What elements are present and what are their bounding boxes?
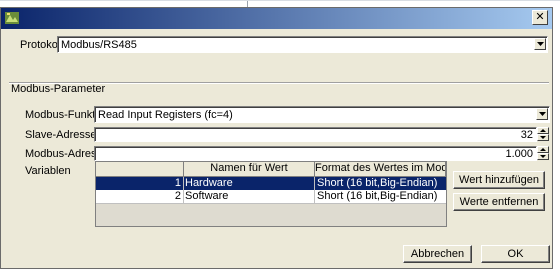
column-header-format[interactable]: Format des Wertes im Modbus... <box>315 162 446 177</box>
table-row[interactable]: 1 Hardware Short (16 bit,Big-Endian) <box>96 177 446 190</box>
funktion-select[interactable]: Read Input Registers (fc=4) <box>94 106 550 123</box>
funktion-dropdown-button[interactable] <box>536 108 548 120</box>
column-header-index[interactable] <box>96 162 184 177</box>
row-format: Short (16 bit,Big-Endian) <box>317 190 438 202</box>
close-button[interactable]: ✕ <box>532 10 548 25</box>
row-format: Short (16 bit,Big-Endian) <box>317 177 438 189</box>
arrow-down-icon <box>540 155 546 158</box>
close-icon: ✕ <box>535 10 545 23</box>
remove-values-button[interactable]: Werte entfernen <box>453 193 545 211</box>
column-header-name[interactable]: Namen für Wert <box>184 162 315 177</box>
slave-value: 32 <box>520 129 533 141</box>
protokoll-dropdown-button[interactable] <box>534 38 546 50</box>
adresse-value: 1.000 <box>505 148 533 160</box>
variablen-label: Variablen <box>25 165 71 177</box>
spin-up-button[interactable] <box>537 127 549 134</box>
title-bar[interactable]: ✕ <box>1 8 552 29</box>
app-icon <box>4 10 20 26</box>
row-name: Hardware <box>184 177 315 190</box>
add-value-button[interactable]: Wert hinzufügen <box>453 171 545 189</box>
row-index: 1 <box>96 177 184 190</box>
arrow-up-icon <box>540 148 546 151</box>
row-name: Software <box>184 190 315 203</box>
protokoll-select[interactable]: Modbus/RS485 <box>57 36 548 53</box>
ok-button[interactable]: OK <box>481 245 550 263</box>
slave-spinner[interactable] <box>537 127 549 142</box>
slave-input[interactable]: 32 <box>94 127 537 142</box>
arrow-up-icon <box>540 129 546 132</box>
adresse-spinner[interactable] <box>537 146 549 161</box>
background-line <box>0 0 560 1</box>
variables-table[interactable]: Namen für Wert Format des Wertes im Modb… <box>95 161 447 227</box>
background-line <box>247 0 248 7</box>
chevron-down-icon <box>537 42 544 46</box>
adresse-input[interactable]: 1.000 <box>94 146 537 161</box>
funktion-value: Read Input Registers (fc=4) <box>98 109 233 121</box>
spin-down-button[interactable] <box>537 153 549 160</box>
chevron-down-icon <box>539 112 546 116</box>
table-row[interactable]: 2 Software Short (16 bit,Big-Endian) <box>96 190 446 204</box>
group-title: Modbus-Parameter <box>11 83 106 95</box>
spin-up-button[interactable] <box>537 146 549 153</box>
row-index: 2 <box>96 190 184 203</box>
arrow-down-icon <box>540 136 546 139</box>
cancel-button[interactable]: Abbrechen <box>403 245 472 263</box>
dialog: ✕ Protokoll Modbus/RS485 Modbus-Paramete… <box>0 7 553 269</box>
protokoll-value: Modbus/RS485 <box>61 39 137 51</box>
slave-label: Slave-Adresse <box>25 129 97 141</box>
spin-down-button[interactable] <box>537 134 549 141</box>
